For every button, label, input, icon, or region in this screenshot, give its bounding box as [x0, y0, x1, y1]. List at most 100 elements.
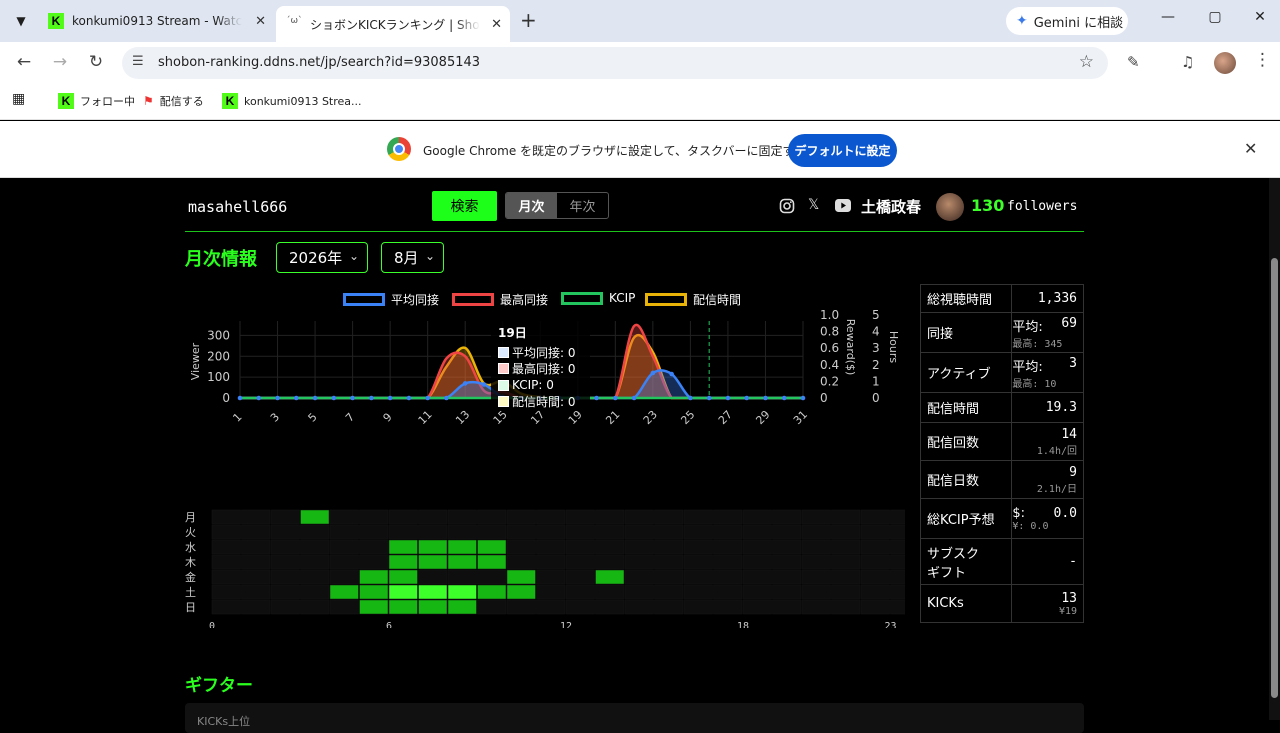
heatmap-cell: [801, 569, 831, 585]
close-window-button[interactable]: ✕: [1248, 9, 1272, 25]
swatch-icon: [498, 363, 509, 375]
heatmap-cell: [801, 584, 831, 600]
back-button[interactable]: ←: [12, 52, 36, 72]
stat-label: 総KCIP予想: [919, 498, 1013, 539]
heatmap-day-label: 火: [185, 526, 196, 539]
profile-avatar[interactable]: [1214, 52, 1236, 74]
scrollbar-thumb[interactable]: [1271, 258, 1278, 698]
gemini-button[interactable]: ✦ Gemini に相談: [1006, 7, 1128, 35]
heatmap-cell: [329, 584, 359, 600]
heatmap-cell: [211, 584, 241, 600]
heatmap-cell: [477, 584, 507, 600]
search-button[interactable]: 検索: [432, 191, 497, 221]
data-point: [331, 395, 337, 401]
youtube-icon[interactable]: [835, 199, 851, 212]
monthly-toggle[interactable]: 月次: [506, 193, 557, 218]
stat-value: 1,336: [1011, 284, 1084, 313]
x-tick-label: 25: [678, 408, 697, 427]
reward-tick-label: 0.2: [820, 374, 839, 388]
more-menu-icon[interactable]: ⋮: [1254, 50, 1271, 70]
heatmap-cell: [683, 599, 713, 615]
year-select[interactable]: 2026年 ⌄: [276, 242, 368, 273]
tab-konkumi[interactable]: K konkumi0913 Stream - Watch Live ✕: [38, 6, 274, 36]
media-control-icon[interactable]: ♫: [1181, 53, 1194, 71]
site-info-icon[interactable]: ☰: [132, 54, 144, 69]
heatmap-cell: [536, 584, 566, 600]
bookmarks-bar: ▦ K フォロー中 ⚑ 配信する K konkumi0913 Strea...: [0, 84, 1280, 120]
data-point: [462, 381, 468, 386]
stat-row: 総KCIP予想 $: 0.0 ¥: 0.0: [919, 498, 1084, 539]
heatmap-cell: [241, 539, 271, 555]
heatmap-cell: [300, 539, 330, 555]
heatmap-cell: [713, 509, 743, 525]
heatmap-cell: [418, 554, 448, 570]
heatmap-cell: [595, 524, 625, 540]
heatmap-cell: [359, 524, 389, 540]
heatmap-cell: [565, 599, 595, 615]
y-tick-label: 0: [222, 391, 230, 405]
data-point: [369, 395, 374, 401]
heatmap-cell: [506, 539, 536, 555]
address-bar[interactable]: ☰ shobon-ranking.ddns.net/jp/search?id=9…: [122, 47, 1108, 79]
heatmap-cell: [418, 509, 448, 525]
heatmap-cell: [801, 599, 831, 615]
month-value: 8月: [394, 249, 419, 267]
infobar-message: Google Chrome を既定のブラウザに設定して、タスクバーに固定する: [423, 144, 807, 158]
close-tab-icon[interactable]: ✕: [491, 17, 502, 32]
tab-title: konkumi0913 Stream - Watch Live: [72, 14, 242, 28]
streamer-name[interactable]: 土橋政春: [861, 196, 921, 217]
bookmark-star-icon[interactable]: ☆: [1079, 52, 1094, 72]
extensions-icon[interactable]: ✎: [1127, 53, 1140, 71]
tab-shobon[interactable]: ´ω` ショボンKICKランキング | Shobon KICK ✕: [276, 6, 510, 42]
heatmap-cell: [359, 584, 389, 600]
bookmark-following[interactable]: K フォロー中: [58, 93, 135, 109]
x-tick-label: 5: [306, 410, 320, 424]
new-tab-button[interactable]: +: [520, 8, 537, 32]
minimize-button[interactable]: —: [1156, 9, 1180, 25]
swatch-icon: [498, 396, 509, 408]
set-default-button[interactable]: デフォルトに設定: [788, 134, 897, 167]
stat-label: 配信日数: [919, 460, 1013, 499]
tooltip-text: 平均同接: 0: [512, 345, 576, 360]
stat-value: 平均: 69 最高: 345: [1011, 312, 1084, 353]
heatmap-cell: [624, 554, 654, 570]
heatmap-cell: [860, 584, 890, 600]
shobon-favicon-icon: ´ω`: [286, 16, 303, 26]
forward-button[interactable]: →: [48, 52, 72, 72]
reward-tick-label: 0: [820, 391, 828, 405]
heatmap-cell: [742, 509, 772, 525]
maximize-button[interactable]: ▢: [1203, 9, 1227, 25]
heatmap-cell: [801, 509, 831, 525]
month-select[interactable]: 8月 ⌄: [381, 242, 444, 273]
data-point: [613, 395, 618, 401]
username-input[interactable]: masahell666: [188, 198, 287, 216]
instagram-icon[interactable]: [779, 198, 795, 214]
heatmap-cell: [477, 599, 507, 615]
apps-grid-icon[interactable]: ▦: [12, 91, 25, 107]
tab-search-button[interactable]: ▼: [8, 8, 34, 34]
heatmap-cell: [772, 569, 802, 585]
reload-button[interactable]: ↻: [84, 52, 108, 72]
heatmap-cell: [300, 584, 330, 600]
close-tab-icon[interactable]: ✕: [255, 14, 266, 29]
heatmap-cell: [241, 524, 271, 540]
bookmark-stream[interactable]: ⚑ 配信する: [143, 93, 204, 109]
stat-label: サブスク ギフト: [919, 538, 1013, 585]
heatmap-cell: [447, 524, 477, 540]
data-point: [406, 395, 412, 401]
bookmark-konkumi[interactable]: K konkumi0913 Strea...: [222, 93, 362, 109]
heatmap-day-label: 金: [185, 570, 196, 584]
yearly-toggle[interactable]: 年次: [557, 193, 608, 218]
period-toggle: 月次 年次: [505, 192, 609, 219]
x-tick-label: 9: [381, 410, 395, 424]
x-twitter-icon[interactable]: 𝕏: [808, 197, 819, 213]
bookmark-label: フォロー中: [80, 95, 135, 108]
heatmap-cell: [359, 539, 389, 555]
close-infobar-icon[interactable]: ✕: [1244, 139, 1257, 158]
heatmap-cell: [801, 539, 831, 555]
page-scrollbar[interactable]: [1269, 178, 1280, 720]
heatmap-cell: [477, 524, 507, 540]
heatmap-cell: [270, 524, 300, 540]
hours-tick-label: 3: [872, 341, 880, 355]
heatmap-cell: [595, 599, 625, 615]
